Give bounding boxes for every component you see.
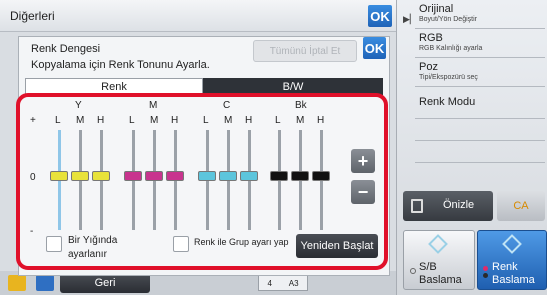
ca-button[interactable]: CA — [497, 191, 545, 221]
slider-knob[interactable] — [145, 171, 163, 181]
chevron-down-icon[interactable] — [36, 275, 54, 291]
screen-title: Diğerleri — [10, 9, 55, 23]
slider-range-label: L — [55, 115, 61, 126]
slider-range-label: M — [224, 115, 233, 126]
rp-color-mode-label: Renk Modu — [419, 96, 476, 108]
divider — [415, 118, 545, 119]
diamond-icon — [428, 234, 448, 254]
slider-knob[interactable] — [240, 171, 258, 181]
slider-knob[interactable] — [71, 171, 89, 181]
color-group-label: M — [149, 100, 158, 111]
rp-item-color-mode[interactable]: Renk Modu — [419, 96, 544, 108]
slider-range-label: M — [296, 115, 305, 126]
top-ok-button[interactable]: OK — [368, 5, 392, 27]
apply-at-once-label-1: Bir Yığında — [68, 235, 118, 246]
decrease-button[interactable]: − — [351, 180, 375, 204]
rp-exposure-label: Poz — [419, 61, 438, 73]
bw-start-label-1: S/B — [419, 261, 437, 273]
slider-knob[interactable] — [50, 171, 68, 181]
dialog-subtitle: Kopyalama için Renk Tonunu Ayarla. — [31, 59, 210, 71]
rp-item-original[interactable]: Orijinal Boyut/Yön Değiştir — [419, 3, 544, 23]
slider-knob[interactable] — [312, 171, 330, 181]
rp-original-label: Orijinal — [419, 3, 454, 15]
color-dot-icon — [483, 273, 488, 278]
scale-zero-label: 0 — [30, 172, 36, 183]
bw-start-button[interactable]: S/B Baslama — [403, 230, 475, 290]
play-arrow-icon: ▶▏ — [403, 14, 417, 24]
reset-button[interactable]: Yeniden Başlat — [296, 234, 378, 258]
rp-item-rgb[interactable]: RGB RGB Kalınlığı ayarla — [419, 32, 544, 52]
slider-knob[interactable] — [124, 171, 142, 181]
slider-range-label: L — [203, 115, 209, 126]
slider-knob[interactable] — [166, 171, 184, 181]
slider-knob[interactable] — [198, 171, 216, 181]
color-group-label: Y — [75, 100, 82, 111]
scale-minus-label: - — [30, 226, 34, 237]
increase-button[interactable]: + — [351, 149, 375, 173]
divider — [415, 57, 545, 58]
rp-exposure-sub: Tipi/Ekspozürü seç — [419, 74, 478, 81]
color-start-button[interactable]: Renk Baslama — [477, 230, 547, 290]
rp-original-sub: Boyut/Yön Değiştir — [419, 16, 477, 23]
diamond-icon — [502, 234, 522, 254]
slider-range-label: M — [76, 115, 85, 126]
group-by-color-label: Renk ile Grup ayarı yap — [194, 237, 289, 247]
apply-at-once-checkbox[interactable] — [46, 236, 62, 252]
apply-at-once-label-2: ayarlanır — [68, 249, 107, 260]
color-group-label: Bk — [295, 100, 307, 111]
color-start-label-1: Renk — [492, 261, 518, 273]
right-panel: ▶▏ Orijinal Boyut/Yön Değiştir RGB RGB K… — [396, 0, 547, 295]
radio-dot-icon — [410, 268, 416, 274]
preview-icon — [411, 199, 423, 213]
slider-range-label: H — [171, 115, 179, 126]
slider-range-label: H — [245, 115, 253, 126]
group-by-color-checkbox[interactable] — [173, 236, 189, 252]
rp-item-exposure[interactable]: Poz Tipi/Ekspozürü seç — [419, 61, 544, 81]
back-button[interactable]: Geri — [60, 273, 150, 293]
slider-range-label: M — [150, 115, 159, 126]
divider — [415, 28, 545, 29]
color-group-label: C — [223, 100, 231, 111]
slider-knob[interactable] — [270, 171, 288, 181]
paper-tray-indicator: 4 A3 — [258, 275, 308, 291]
preview-button[interactable]: Önizle — [403, 191, 493, 221]
slider-range-label: H — [317, 115, 325, 126]
dialog-title: Renk Dengesi — [31, 43, 101, 55]
paper-size: A3 — [288, 278, 299, 288]
slider-range-label: L — [275, 115, 281, 126]
divider — [415, 162, 545, 163]
slider-knob[interactable] — [291, 171, 309, 181]
rp-rgb-label: RGB — [419, 32, 443, 44]
bw-start-label-2: Baslama — [419, 274, 462, 286]
dialog-ok-button[interactable]: OK — [363, 37, 386, 59]
slider-range-label: L — [129, 115, 135, 126]
rp-rgb-sub: RGB Kalınlığı ayarla — [419, 45, 483, 52]
top-bar: Diğerleri OK — [0, 0, 396, 32]
divider — [415, 140, 545, 141]
slider-knob[interactable] — [92, 171, 110, 181]
divider — [415, 86, 545, 87]
page-number: 4 — [267, 278, 272, 288]
slider-range-label: H — [97, 115, 105, 126]
color-dot-icon — [483, 266, 488, 271]
preview-label: Önizle — [443, 199, 475, 211]
cancel-all-button[interactable]: Tümünü İptal Et — [253, 40, 357, 62]
star-icon[interactable] — [8, 275, 26, 291]
slider-knob[interactable] — [219, 171, 237, 181]
scale-plus-label: + — [30, 115, 36, 126]
color-start-label-2: Baslama — [492, 274, 535, 286]
